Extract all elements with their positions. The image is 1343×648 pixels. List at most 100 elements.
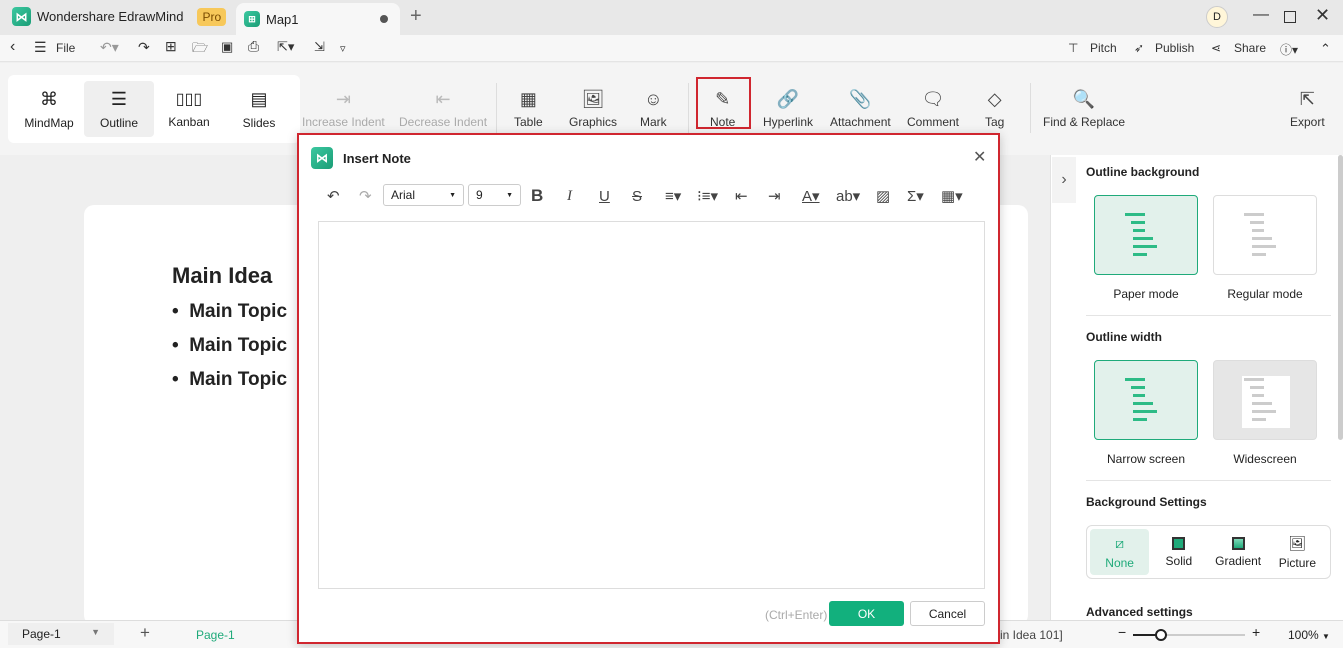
minimize-icon[interactable]: — — [1253, 6, 1269, 24]
back-icon[interactable]: ‹ — [10, 38, 15, 56]
menu-bar: ‹ ☰ File ↶▾ ↷ ⊞ 🗁 ▣ ⎙ ⇱▾ ⇲ ▿ ⊤ Pitch ➶ Pub… — [0, 35, 1343, 62]
bullet-list-icon[interactable]: ⁝≡▾ — [697, 185, 718, 207]
app-tab[interactable]: ⋈ Wondershare EdrawMind Pro — [12, 7, 227, 26]
panel-scrollbar[interactable] — [1338, 155, 1343, 440]
card-caption: Widescreen — [1233, 452, 1297, 466]
strikethrough-icon[interactable]: S — [632, 185, 642, 207]
label: Decrease Indent — [399, 115, 488, 129]
share-button[interactable]: Share — [1234, 41, 1266, 55]
view-mindmap[interactable]: ⌘ MindMap — [14, 81, 84, 137]
shortcut-hint: (Ctrl+Enter) — [765, 608, 828, 622]
hamburger-icon[interactable]: ☰ — [34, 39, 47, 56]
export-button[interactable]: ⇱ Export — [1290, 63, 1325, 155]
formula-icon[interactable]: Σ▾ — [907, 185, 924, 207]
topic-item[interactable]: • Main Topic — [172, 335, 287, 357]
new-icon[interactable]: ⊞ — [165, 38, 177, 55]
size-select[interactable]: 9 ▼ — [468, 184, 521, 206]
pitch-button[interactable]: Pitch — [1090, 41, 1117, 55]
regular-mode-card[interactable] — [1213, 195, 1317, 275]
zoom-thumb[interactable] — [1155, 629, 1167, 641]
find-replace-button[interactable]: 🔍 Find & Replace — [1043, 63, 1125, 155]
doc-tab-label: Map1 — [266, 11, 299, 27]
export-icon: ⇱ — [1299, 89, 1315, 109]
bg-gradient-option[interactable]: Gradient — [1209, 529, 1268, 575]
zoom-select[interactable]: 100% ▼ — [1288, 628, 1330, 642]
table-icon: ▦ — [519, 89, 537, 109]
indent-icon[interactable]: ⇥ — [768, 185, 781, 207]
label: Graphics — [569, 115, 618, 129]
maximize-icon[interactable] — [1284, 11, 1296, 23]
file-menu[interactable]: File — [56, 41, 75, 55]
export-small-icon[interactable]: ⇱▾ — [277, 39, 294, 55]
highlight-icon[interactable]: ab▾ — [836, 185, 860, 207]
paper-mode-card[interactable] — [1094, 195, 1198, 275]
add-page-icon[interactable]: + — [140, 623, 150, 643]
widescreen-preview — [1242, 376, 1290, 428]
divider — [688, 83, 689, 133]
redo-icon[interactable]: ↷ — [359, 185, 372, 207]
close-window-icon[interactable]: ✕ — [1315, 5, 1330, 26]
new-tab-icon[interactable]: + — [410, 5, 422, 28]
outdent-icon[interactable]: ⇤ — [735, 185, 748, 207]
kanban-icon: ▯▯▯ — [175, 91, 203, 108]
avatar[interactable]: D — [1206, 6, 1228, 28]
view-outline[interactable]: ☰ Outline — [84, 81, 154, 137]
zoom-slider[interactable] — [1133, 629, 1245, 641]
redo-icon[interactable]: ↷ — [138, 39, 150, 56]
gradient-icon — [1231, 536, 1245, 550]
label: Hyperlink — [763, 115, 814, 129]
bg-picture-option[interactable]: 🖼 Picture — [1268, 529, 1327, 575]
section-title: Advanced settings — [1086, 605, 1193, 619]
undo-icon[interactable]: ↶ — [327, 185, 340, 207]
edrawmind-logo-icon: ⋈ — [311, 147, 333, 169]
bold-icon[interactable]: B — [531, 185, 543, 207]
view-slides[interactable]: ▤ Slides — [224, 81, 294, 137]
decrease-indent-icon: ⇤ — [435, 89, 451, 109]
label: Solid — [1165, 553, 1193, 568]
divider — [1086, 315, 1331, 316]
publish-button[interactable]: Publish — [1155, 41, 1194, 55]
ok-button[interactable]: OK — [829, 601, 904, 626]
italic-icon[interactable]: I — [567, 185, 572, 207]
cancel-button[interactable]: Cancel — [910, 601, 985, 626]
calendar-icon[interactable]: ▦▾ — [941, 185, 963, 207]
main-idea[interactable]: Main Idea — [172, 263, 272, 289]
label: None — [1105, 555, 1134, 570]
save-icon[interactable]: ▣ — [221, 39, 233, 55]
font-color-icon[interactable]: A▾ — [802, 185, 820, 207]
import-icon[interactable]: ⇲ — [314, 39, 325, 55]
collapse-ribbon-icon[interactable]: ⌃ — [1320, 41, 1331, 57]
topic-item[interactable]: • Main Topic — [172, 301, 287, 323]
more-icon[interactable]: ▿ — [340, 42, 346, 55]
bg-solid-option[interactable]: Solid — [1149, 529, 1208, 575]
map-icon: ⊞ — [244, 11, 260, 27]
page-tab[interactable]: Page-1 — [196, 628, 235, 642]
document-tab[interactable]: ⊞ Map1 — [236, 3, 400, 35]
chevron-down-icon: ▼ — [91, 627, 100, 637]
help-icon[interactable]: ⓘ▾ — [1280, 41, 1298, 58]
zoom-in-icon[interactable]: + — [1252, 624, 1260, 640]
narrow-screen-card[interactable] — [1094, 360, 1198, 440]
font-select[interactable]: Arial ▼ — [383, 184, 464, 206]
zoom-out-icon[interactable]: − — [1118, 624, 1126, 640]
collapse-panel-icon[interactable]: › — [1052, 157, 1076, 203]
undo-icon[interactable]: ↶▾ — [100, 39, 119, 56]
insert-image-icon[interactable]: ▨ — [876, 185, 890, 207]
widescreen-card[interactable] — [1213, 360, 1317, 440]
align-icon[interactable]: ≡▾ — [665, 185, 681, 207]
bg-none-option[interactable]: ⧄ None — [1090, 529, 1150, 575]
view-kanban[interactable]: ▯▯▯ Kanban — [154, 81, 224, 137]
section-title: Background Settings — [1086, 495, 1207, 509]
insert-note-dialog: ⋈ Insert Note ✕ ↶ ↷ Arial ▼ 9 ▼ B I U S ≡▾… — [297, 133, 1000, 644]
topic-item[interactable]: • Main Topic — [172, 369, 287, 391]
label: Comment — [907, 115, 960, 129]
close-icon[interactable]: ✕ — [973, 147, 986, 167]
label: Gradient — [1215, 553, 1262, 568]
unsaved-dot-icon[interactable] — [380, 15, 388, 23]
note-editor[interactable] — [318, 221, 985, 589]
print-icon[interactable]: ⎙ — [248, 38, 259, 55]
page-select[interactable]: Page-1 ▼ — [8, 623, 114, 645]
underline-icon[interactable]: U — [599, 185, 610, 207]
right-panel: Outline background Paper mode Regular mo… — [1050, 155, 1343, 620]
open-folder-icon[interactable]: 🗁 — [192, 39, 208, 61]
